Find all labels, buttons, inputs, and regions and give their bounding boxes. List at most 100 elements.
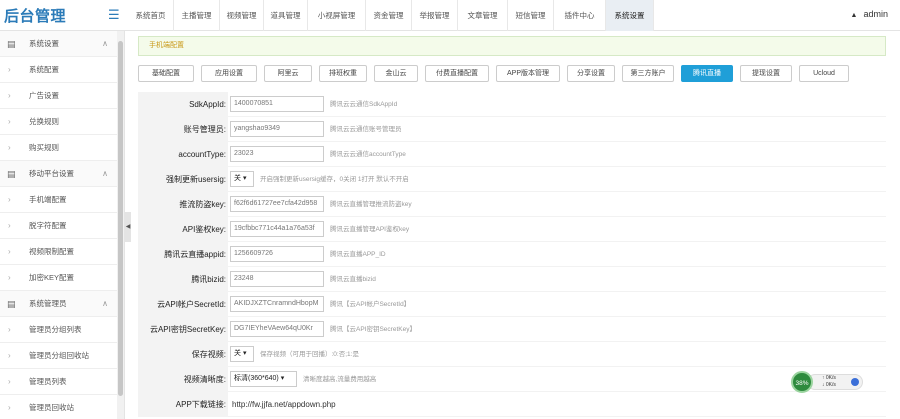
sidebar-group[interactable]: ▤ ∧ 移动平台设置 [0, 161, 124, 187]
field-hint: 腾讯云云通信SdkAppId [330, 101, 398, 108]
chevron-right-icon: › [8, 403, 11, 412]
sidebar-item[interactable]: › 管理员列表 [0, 369, 124, 395]
field-label: APP下载链接: [138, 392, 228, 417]
config-tab[interactable]: 应用设置 [201, 65, 257, 82]
form-row: 云API帐户SecretId: AKIDJXZTCnramndHbopM 腾讯【云A… [138, 292, 886, 317]
form-row: API鉴权key: 19cfbbc771c44a1a76a53f 腾讯云直播管理AP… [138, 217, 886, 242]
field-value: 23248 [234, 275, 254, 282]
sidebar-group[interactable]: ▤ ∧ 系统管理员 [0, 291, 124, 317]
sidebar-label: 兑换规则 [29, 117, 59, 126]
sidebar-item[interactable]: › 购买规则 [0, 135, 124, 161]
form-row: APP下载链接: http://fw.jjfa.net/appdown.php [138, 392, 886, 417]
field-value: 标清(360*640) [234, 375, 279, 382]
field-value: yangshao9349 [234, 125, 280, 132]
chevron-up-icon: ∧ [102, 299, 108, 308]
text-input[interactable]: 23248 [230, 271, 324, 287]
sidebar-label: 视频限制配置 [29, 247, 74, 256]
network-speed-bar: ↑ 0K/s ↓ 0K/s [807, 374, 863, 390]
chevron-right-icon: › [8, 143, 11, 152]
form-row: 视频清晰度: 标清(360*640) ▾ 清晰度越高,流量费用越高 [138, 367, 886, 392]
config-tab[interactable]: 提现设置 [740, 65, 792, 82]
nav-item[interactable]: 视频管理 [220, 0, 264, 31]
top-bar: 后台管理 ☰ 系统首页 主播管理 视频管理 道具管理 小视屏管理 资金管理 举报管理 文章管理… [0, 0, 900, 31]
config-tab[interactable]: 排班权重 [319, 65, 367, 82]
config-tab[interactable]: 腾讯直播 [681, 65, 733, 82]
text-input[interactable]: 19cfbbc771c44a1a76a53f [230, 221, 324, 237]
chevron-right-icon: › [8, 65, 11, 74]
field-label: 保存视频: [138, 342, 228, 367]
field-label: accountType: [138, 142, 228, 167]
sidebar-item[interactable]: › 加密KEY配置 [0, 265, 124, 291]
field-value: 23023 [234, 150, 254, 157]
config-tab[interactable]: 分享设置 [567, 65, 615, 82]
field-value: 19cfbbc771c44a1a76a53f [234, 225, 315, 232]
text-input[interactable]: 23023 [230, 146, 324, 162]
text-input[interactable]: f62f6d61727ee7cfa42d958 [230, 196, 324, 212]
text-input[interactable]: 1256609726 [230, 246, 324, 262]
chevron-up-icon: ∧ [102, 169, 108, 178]
nav-item[interactable]: 举报管理 [412, 0, 458, 31]
config-tab[interactable]: 基础配置 [138, 65, 194, 82]
select-dropdown[interactable]: 关 ▾ [230, 171, 254, 187]
scrollbar-thumb[interactable] [118, 41, 123, 396]
field-label: 强制更新usersig: [138, 167, 228, 192]
field-hint: 腾讯【云API帐户SecretId】 [330, 301, 411, 308]
sidebar: ▤ ∧ 系统设置 › 系统配置 › 广告设置 › 兑换规则 › 购买规则 ▤ ∧ 移动平台设置 › 手机端配置… [0, 31, 125, 419]
config-tab[interactable]: Ucloud [799, 65, 849, 82]
sidebar-label: 移动平台设置 [29, 169, 74, 178]
nav-item[interactable]: 系统设置 [606, 0, 654, 31]
config-tab[interactable]: 金山云 [374, 65, 418, 82]
sidebar-item[interactable]: › 手机端配置 [0, 187, 124, 213]
field-value: 关 [234, 175, 241, 182]
config-tabs: 基础配置 应用设置 阿里云 排班权重 金山云 付费直播配置 APP版本管理 分享设置 第三方账户… [138, 65, 856, 82]
field-hint: 腾讯【云API密钥SecretKey】 [330, 326, 416, 333]
cpu-percent: 38% [791, 371, 813, 393]
sidebar-item[interactable]: › 视频限制配置 [0, 239, 124, 265]
text-input[interactable]: 1400070851 [230, 96, 324, 112]
nav-item[interactable]: 系统首页 [128, 0, 174, 31]
sidebar-item[interactable]: › 管理员分组列表 [0, 317, 124, 343]
form-row: accountType: 23023 腾讯云云通信accountType [138, 142, 886, 167]
sidebar-item[interactable]: › 管理员回收站 [0, 395, 124, 419]
sidebar-item[interactable]: › 兑换规则 [0, 109, 124, 135]
nav-item[interactable]: 道具管理 [264, 0, 308, 31]
field-hint: 腾讯云直播bizid [330, 276, 376, 283]
form-row: 腾讯云直播appid: 1256609726 腾讯云直播APP_ID [138, 242, 886, 267]
user-menu[interactable]: ▲ admin [851, 9, 888, 19]
text-input[interactable]: AKIDJXZTCnramndHbopM [230, 296, 324, 312]
text-input[interactable]: yangshao9349 [230, 121, 324, 137]
sidebar-label: 管理员回收站 [29, 403, 74, 412]
user-name: admin [863, 9, 888, 19]
sidebar-item[interactable]: › 脱字符配置 [0, 213, 124, 239]
select-dropdown[interactable]: 关 ▾ [230, 346, 254, 362]
sidebar-group[interactable]: ▤ ∧ 系统设置 [0, 31, 124, 57]
select-dropdown[interactable]: 标清(360*640) ▾ [230, 371, 297, 387]
nav-item[interactable]: 主播管理 [174, 0, 220, 31]
text-input[interactable]: DG7IEYheVAew64qU0Kr [230, 321, 324, 337]
config-tab[interactable]: 付费直播配置 [425, 65, 489, 82]
nav-item[interactable]: 文章管理 [458, 0, 508, 31]
sidebar-scrollbar[interactable] [117, 31, 124, 419]
form-row: SdkAppId: 1400070851 腾讯云云通信SdkAppId [138, 92, 886, 117]
menu-toggle-icon[interactable]: ☰ [108, 7, 120, 23]
field-hint: 腾讯云直播管理推流防盗key [330, 201, 412, 208]
nav-item[interactable]: 资金管理 [366, 0, 412, 31]
network-speed-widget[interactable]: ↑ 0K/s ↓ 0K/s 38% [791, 371, 863, 393]
caret-down-icon: ▾ [241, 175, 247, 182]
config-tab[interactable]: 阿里云 [264, 65, 312, 82]
chevron-right-icon: › [8, 273, 11, 282]
config-tab[interactable]: 第三方账户 [622, 65, 674, 82]
chevron-right-icon: › [8, 91, 11, 100]
sidebar-item[interactable]: › 广告设置 [0, 83, 124, 109]
nav-item[interactable]: 插件中心 [554, 0, 606, 31]
sidebar-item[interactable]: › 系统配置 [0, 57, 124, 83]
field-hint: 清晰度越高,流量费用越高 [303, 376, 377, 383]
nav-item[interactable]: 短信管理 [508, 0, 554, 31]
nav-item[interactable]: 小视屏管理 [308, 0, 366, 31]
field-hint: 腾讯云直播管理API鉴权key [330, 226, 410, 233]
config-tab[interactable]: APP版本管理 [496, 65, 560, 82]
field-hint: 腾讯云直播APP_ID [330, 251, 386, 258]
sidebar-item[interactable]: › 管理员分组回收站 [0, 343, 124, 369]
sidebar-label: 加密KEY配置 [29, 273, 75, 282]
field-label: 腾讯bizid: [138, 267, 228, 292]
